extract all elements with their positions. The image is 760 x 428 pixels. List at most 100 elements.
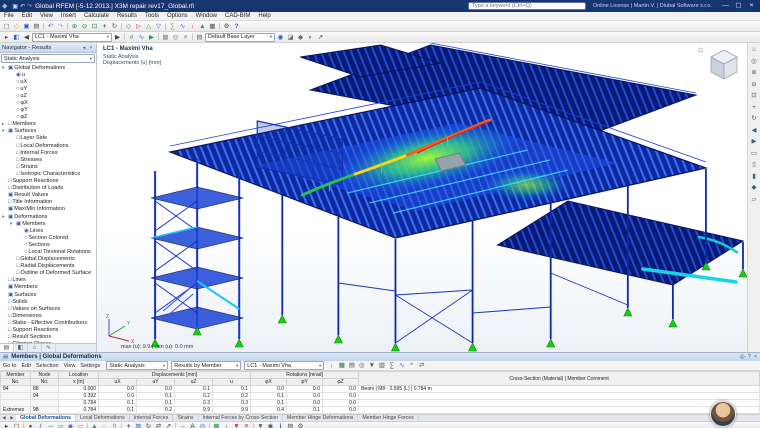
next-view-icon[interactable]: ▶ — [749, 137, 759, 147]
opening-tool-icon[interactable]: ▭ — [76, 422, 85, 428]
nav-tab-display[interactable]: ◧ — [14, 344, 28, 352]
tree-item[interactable]: ○ uX — [2, 78, 96, 85]
tree-item[interactable]: □ Radial Displacements — [2, 263, 96, 270]
checkbox-icon[interactable]: □ — [8, 327, 11, 333]
checkbox-icon[interactable]: ○ — [24, 242, 27, 248]
search-icon[interactable]: ◎ — [357, 361, 366, 370]
tree-item[interactable]: □ Layer Side — [2, 135, 96, 142]
tree-item[interactable]: □ Distribution of Loads — [2, 185, 96, 192]
checkbox-icon[interactable]: □ — [16, 143, 19, 149]
tree-item[interactable]: ○ Local Torsional Rotations — [2, 248, 96, 255]
tree-item[interactable]: ○ φX — [2, 99, 96, 106]
box-select-icon[interactable]: ▢ — [12, 422, 21, 428]
support-tool-icon[interactable]: ▲ — [90, 422, 99, 428]
separator[interactable] — [209, 423, 210, 428]
nav-tab-data[interactable]: ▤ — [0, 344, 14, 352]
checkbox-icon[interactable]: ▣ — [8, 65, 13, 71]
result-table-tab[interactable]: Member Hinge Forces — [358, 415, 419, 421]
undo-icon[interactable]: ↶ — [20, 3, 25, 10]
new-model-icon[interactable]: ▢ — [2, 22, 11, 31]
measure-tool-icon[interactable]: ◎ — [198, 422, 207, 428]
guidelines-icon[interactable]: ≡ — [181, 33, 190, 42]
tree-item[interactable]: ◉ u — [2, 71, 96, 78]
print-icon[interactable]: ▤ — [347, 361, 356, 370]
mesh-icon[interactable]: ▦ — [208, 22, 217, 31]
table-row[interactable]: 0.784 0.1 0.1 0.3 0.3 0.1 0.0 0.0 — [0, 399, 760, 407]
result-table-tab[interactable]: Internal Forces — [130, 415, 174, 421]
separator[interactable] — [121, 423, 122, 428]
tree-item[interactable]: □ Support Reactions — [2, 178, 96, 185]
tree-item[interactable]: □ Stresses — [2, 156, 96, 163]
checkbox-icon[interactable]: ○ — [16, 107, 19, 113]
menu-item[interactable]: View — [36, 12, 57, 20]
options-icon[interactable]: ⚙ — [296, 422, 305, 428]
separator[interactable] — [23, 423, 24, 428]
tree-item[interactable]: ▾ ▣ Global Deformations — [2, 64, 96, 71]
result-table-tab[interactable]: Internal Forces by Cross-Section — [199, 415, 284, 421]
layer-combo[interactable]: Default Base Layer — [205, 32, 275, 42]
tree-item[interactable]: □ Support Reactions — [2, 326, 96, 333]
separator[interactable] — [67, 22, 68, 30]
prev-view-icon[interactable]: ◀ — [749, 126, 759, 136]
result-table-tab[interactable]: Global Deformations — [16, 415, 77, 421]
checkbox-icon[interactable]: □ — [16, 171, 19, 177]
view-xy-icon[interactable]: ▭ — [749, 149, 759, 159]
tree-item[interactable]: ▣ Max/Min Information — [2, 206, 96, 213]
loadcase-combo[interactable]: LC1 - Maximi Vha — [32, 32, 112, 42]
copy-tool-icon[interactable]: ▥ — [134, 422, 143, 428]
zoom-in-icon[interactable]: ⊕ — [70, 22, 79, 31]
rotate-tool-icon[interactable]: ↻ — [144, 422, 153, 428]
checkbox-icon[interactable]: □ — [8, 277, 11, 283]
expander-icon[interactable]: ▾ — [2, 65, 7, 71]
perspective-view-icon[interactable]: ◆ — [749, 183, 759, 193]
table-row[interactable]: Extremes 98 0.784 0.1 0.2 9.9 9.9 0.4 0.… — [0, 406, 760, 414]
chart-icon[interactable]: ∿ — [397, 361, 406, 370]
checkbox-icon[interactable]: □ — [8, 121, 11, 127]
shading-icon[interactable]: ◐ — [306, 33, 315, 42]
checkbox-icon[interactable]: ○ — [16, 86, 19, 92]
tree-item[interactable]: ◉ Lines — [2, 227, 96, 234]
table-loadcase-combo[interactable]: LC1 - Maximi Vha — [244, 361, 325, 370]
checkbox-icon[interactable]: □ — [8, 306, 11, 312]
perspective-icon[interactable]: ◆ — [296, 33, 305, 42]
menu-item[interactable]: Edit — [18, 12, 36, 20]
checkbox-icon[interactable]: □ — [8, 313, 11, 319]
menu-item[interactable]: Window — [192, 12, 221, 20]
separator[interactable] — [219, 22, 220, 30]
checkbox-icon[interactable]: ▣ — [8, 292, 13, 298]
checkbox-icon[interactable]: ▣ — [8, 128, 13, 134]
table-analysis-combo[interactable]: Static Analysis — [106, 361, 169, 370]
checkbox-icon[interactable]: ○ — [16, 93, 19, 99]
layers-icon[interactable]: ▤ — [195, 33, 204, 42]
tree-item[interactable]: ○ Section Colored — [2, 234, 96, 241]
surface-tool-icon[interactable]: ▱ — [56, 422, 65, 428]
text-tool-icon[interactable]: A — [188, 422, 197, 428]
checkbox-icon[interactable]: □ — [16, 270, 19, 276]
point-load-icon[interactable]: ↓ — [222, 422, 231, 428]
pointer-icon[interactable]: ▸ — [2, 33, 11, 42]
menu-item[interactable]: Calculate — [80, 12, 113, 20]
separator[interactable] — [253, 423, 254, 428]
snap-icon[interactable]: ◎ — [171, 33, 180, 42]
tree-item[interactable]: ○ Sections — [2, 241, 96, 248]
filter-icon[interactable]: ▼ — [367, 361, 376, 370]
maximize-button[interactable]: ▢ — [732, 0, 745, 12]
checkbox-icon[interactable]: □ — [16, 164, 19, 170]
checkbox-icon[interactable]: ○ — [24, 235, 27, 241]
checkbox-icon[interactable]: □ — [16, 157, 19, 163]
separator[interactable] — [175, 423, 176, 428]
expander-icon[interactable]: ▾ — [2, 214, 7, 220]
close-button[interactable]: × — [745, 0, 758, 12]
checkbox-icon[interactable]: ○ — [16, 100, 19, 106]
checkbox-icon[interactable]: ▣ — [8, 284, 13, 290]
orbit-icon[interactable]: ↻ — [749, 114, 759, 124]
deformed-shape-icon[interactable]: ∿ — [137, 33, 146, 42]
separator[interactable] — [121, 22, 122, 30]
tree-item[interactable]: □ Solids — [2, 298, 96, 305]
supports-icon[interactable]: ▲ — [198, 22, 207, 31]
menu-item[interactable]: File — [0, 12, 18, 20]
result-table-tab[interactable]: Member Hinge Deformations — [283, 415, 359, 421]
checkbox-icon[interactable]: □ — [16, 256, 19, 262]
help-icon[interactable]: ? — [232, 22, 241, 31]
render-mode-icon[interactable]: ▱ — [749, 195, 759, 205]
